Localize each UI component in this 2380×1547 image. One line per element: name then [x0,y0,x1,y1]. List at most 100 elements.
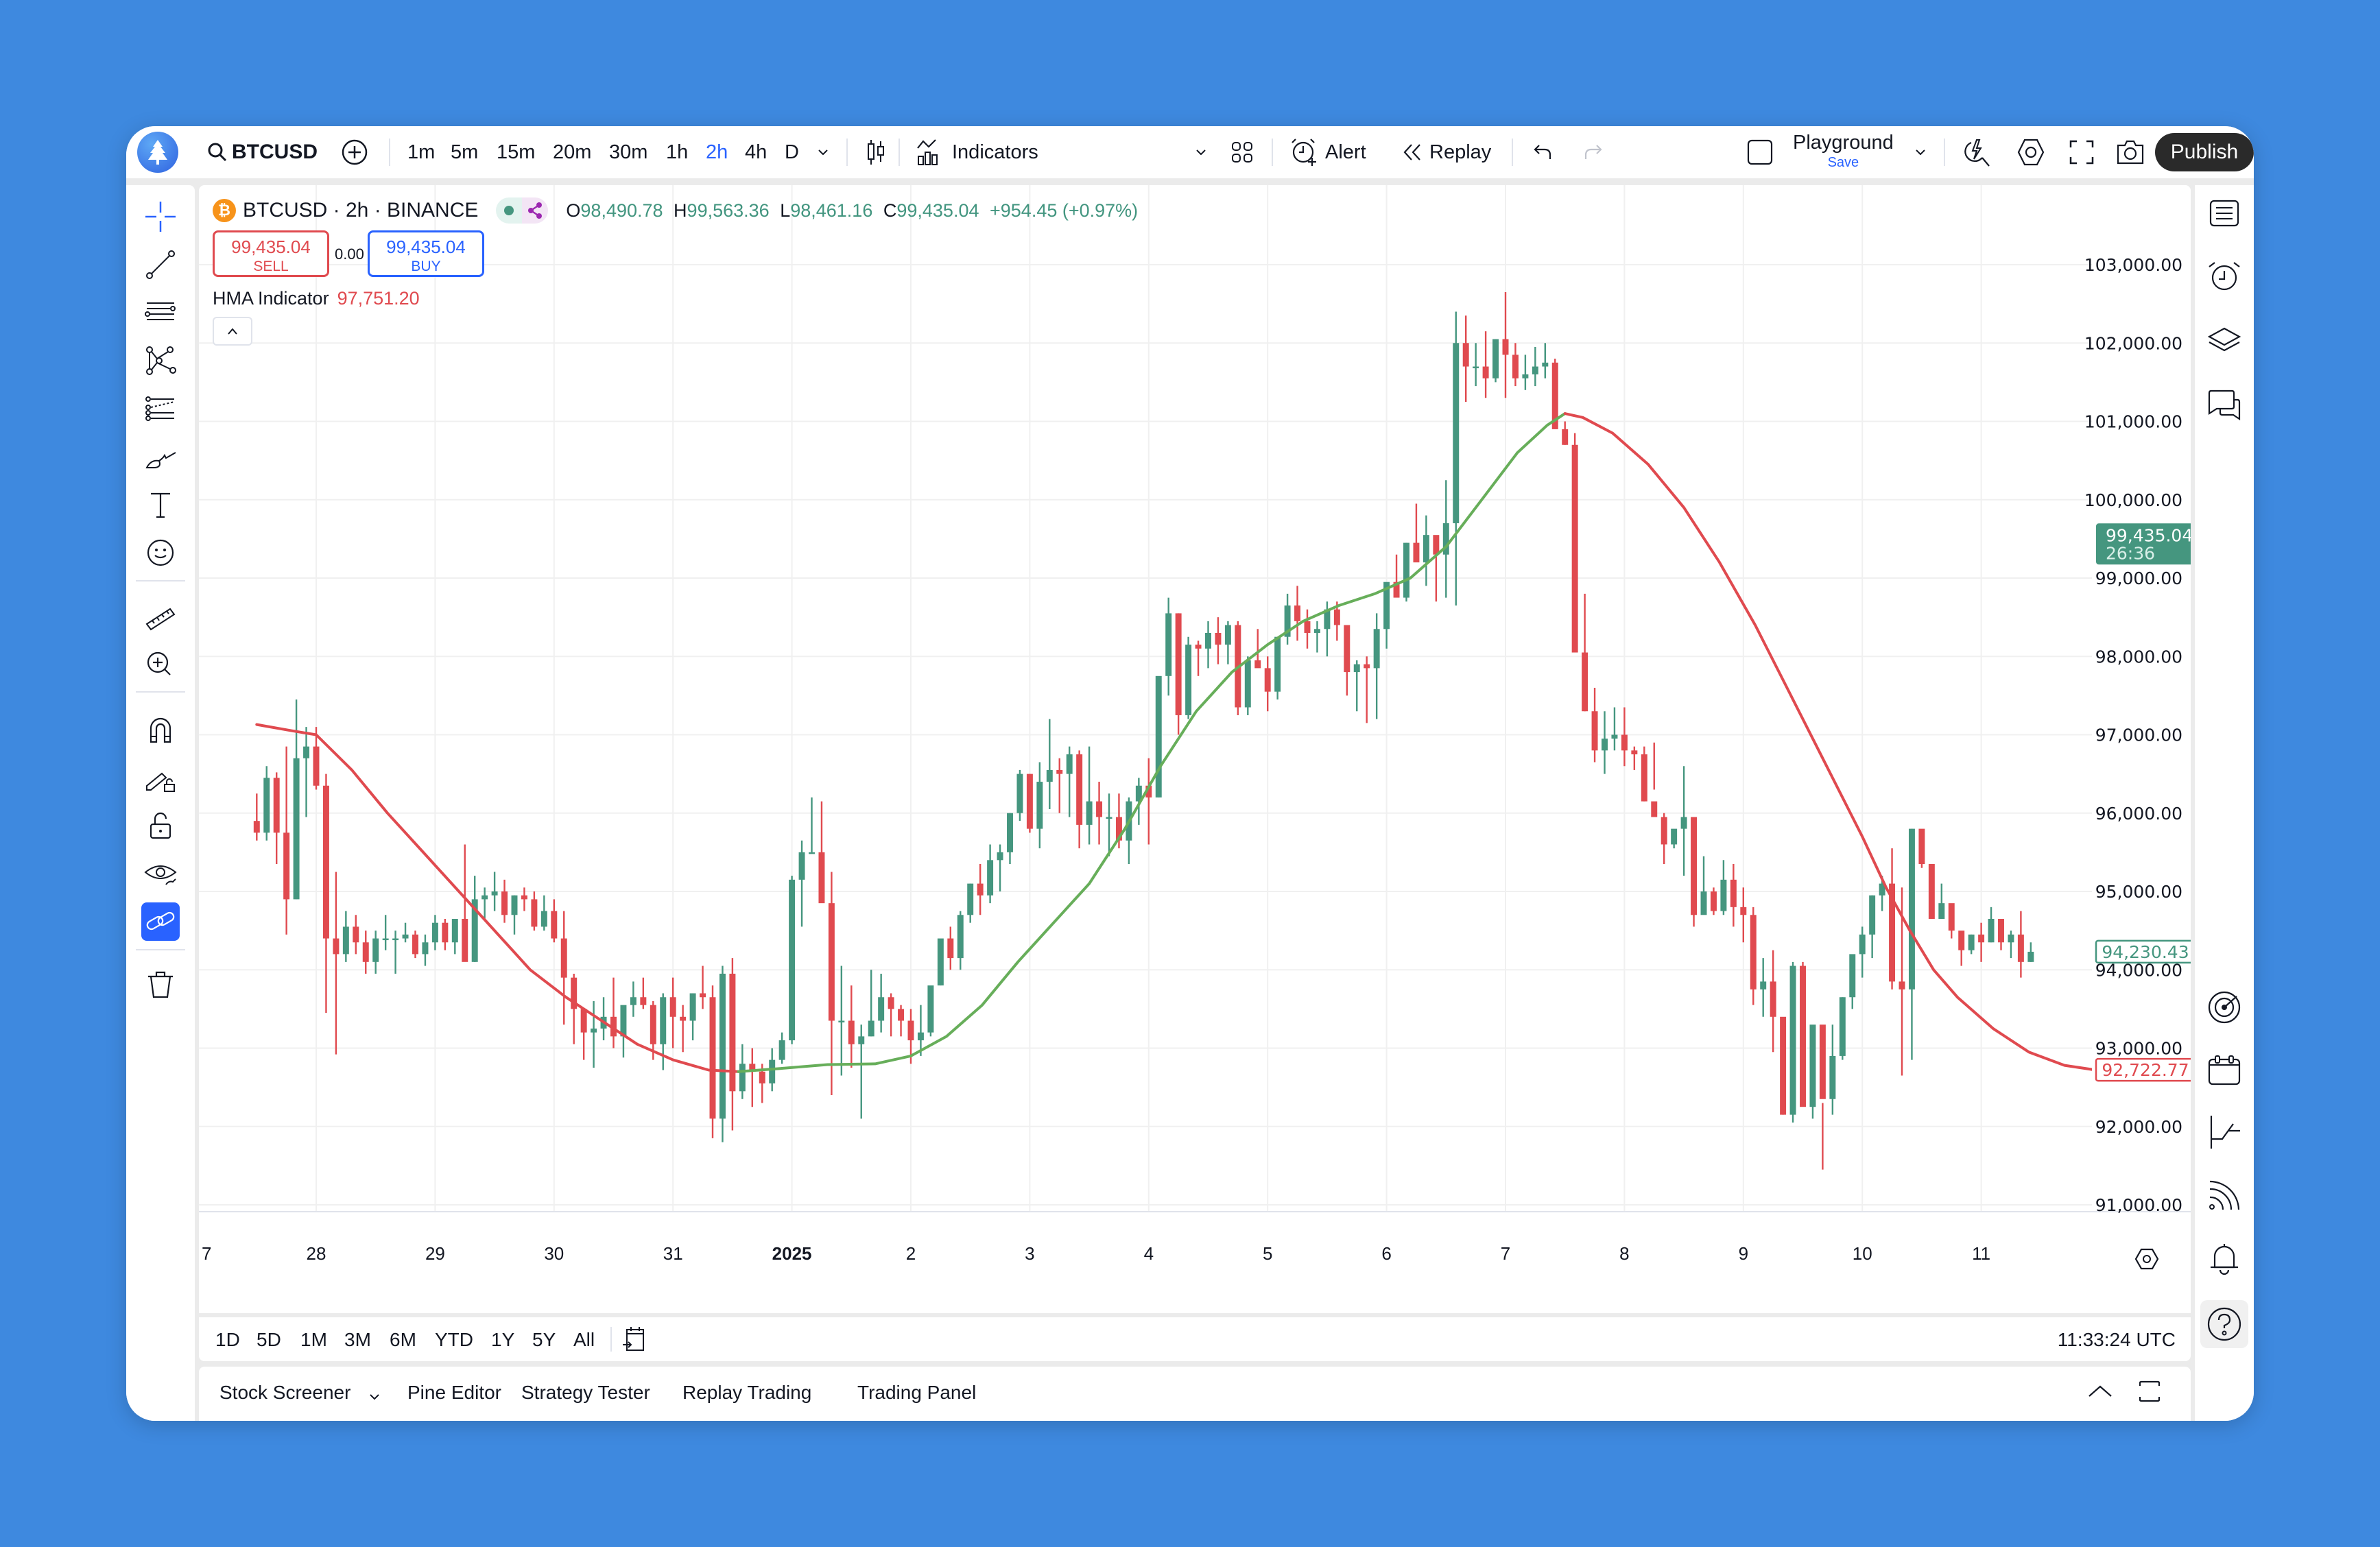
candle-up[interactable] [293,758,300,900]
timeframe-dropdown[interactable] [816,126,830,178]
axis-settings-icon[interactable] [2134,1248,2159,1270]
app-logo-icon[interactable] [137,132,178,173]
fib-tool[interactable] [141,389,180,428]
candle-down[interactable] [253,821,260,833]
lines-tool[interactable] [141,293,180,332]
layout-save-link[interactable]: Save [1793,156,1894,169]
magnet-tool[interactable] [141,710,180,749]
candle-down[interactable] [1819,1024,1826,1099]
candle-up[interactable] [511,895,518,915]
candle-down[interactable] [273,778,280,833]
candle-up[interactable] [957,915,964,959]
candle-down[interactable] [442,922,449,943]
candle-up[interactable] [1968,934,1975,950]
candle-up[interactable] [1809,1024,1816,1107]
candle-up[interactable] [422,942,429,955]
candle-up[interactable] [1671,828,1678,845]
sell-button[interactable]: 99,435.04 SELL [213,230,329,277]
candle-down[interactable] [1254,660,1261,669]
candle-down[interactable] [1215,632,1222,645]
candle-down[interactable] [1998,918,2004,943]
clock-utc[interactable]: 11:33:24 UTC [2058,1329,2176,1351]
range-1M[interactable]: 1M [300,1329,327,1351]
candle-down[interactable] [1344,625,1350,673]
candle-up[interactable] [1849,954,1856,998]
zoom-in-tool[interactable] [141,645,180,683]
chart-pane[interactable]: 103,000.00 102,000.00 101,000.00 100,000.00… [199,185,2191,1313]
candle-up[interactable] [431,922,438,943]
candle-down[interactable] [1333,609,1340,625]
tab-strategy-tester[interactable]: Strategy Tester [521,1382,650,1404]
hide-drawings-tool[interactable] [141,854,180,893]
timeframe-4h[interactable]: 4h [745,126,767,178]
candle-down[interactable] [1571,444,1578,653]
symbol-search-button[interactable]: BTCUSD [207,126,318,178]
snapshot-button[interactable] [2115,126,2145,178]
candle-up[interactable] [1492,339,1499,379]
crosshair-tool[interactable] [141,197,180,236]
candle-up[interactable] [2008,934,2014,943]
candle-up[interactable] [1908,828,1915,990]
candle-down[interactable] [1175,613,1182,715]
candle-up[interactable] [1313,629,1320,633]
candle-down[interactable] [1750,915,1757,990]
candle-down[interactable] [580,1009,587,1033]
candle-down[interactable] [1591,711,1598,751]
brush-tool[interactable] [141,437,180,476]
candle-down[interactable] [1026,774,1033,829]
candle-down[interactable] [1800,966,1806,1107]
candle-down[interactable] [412,934,418,955]
layout-dropdown[interactable] [1914,126,1927,178]
timeframe-2h[interactable]: 2h [706,126,728,178]
candle-down[interactable] [1918,828,1925,865]
candle-down[interactable] [551,911,558,939]
range-All[interactable]: All [573,1329,595,1351]
series-title[interactable]: BTCUSD · 2h · BINANCE [243,199,478,222]
candle-down[interactable] [650,1005,656,1044]
candle-up[interactable] [1869,895,1876,935]
lock-all-tool[interactable] [141,806,180,845]
indicators-dropdown[interactable] [1194,126,1208,178]
undo-button[interactable] [1532,126,1554,178]
candle-down[interactable] [977,883,984,896]
candle-up[interactable] [927,985,934,1033]
candle-up[interactable] [1224,625,1231,645]
candle-down[interactable] [898,1009,905,1021]
compare-symbol-button[interactable] [341,126,368,178]
range-5D[interactable]: 5D [257,1329,281,1351]
candle-up[interactable] [1106,817,1112,819]
candle-down[interactable] [1076,754,1083,825]
candle-down[interactable] [907,1020,914,1041]
collapse-legend-button[interactable] [213,317,252,346]
chats-button[interactable] [2203,384,2246,427]
candle-down[interactable] [353,926,359,943]
screener-button[interactable] [2203,986,2246,1029]
candle-up[interactable] [1185,645,1192,715]
candle-down[interactable] [1730,879,1737,907]
timeframe-5m[interactable]: 5m [451,126,478,178]
candle-up[interactable] [451,918,458,943]
candle-down[interactable] [729,973,736,1092]
candle-up[interactable] [1066,754,1073,774]
candle-down[interactable] [531,899,538,927]
candle-up[interactable] [1859,934,1866,955]
candle-down[interactable] [1631,750,1638,755]
candle-down[interactable] [640,997,647,1005]
layout-select-checkbox[interactable] [1746,126,1774,178]
candle-down[interactable] [283,832,290,900]
fullscreen-button[interactable] [2069,126,2095,178]
candle-down[interactable] [333,938,340,955]
candle-up[interactable] [1403,542,1409,598]
options-button[interactable] [2203,1111,2246,1153]
indicator-legend[interactable]: HMA Indicator 97,751.20 [213,288,420,309]
candle-down[interactable] [1364,664,1370,669]
candle-up[interactable] [342,926,349,955]
candle-down[interactable] [1651,801,1658,817]
tab-replay-trading[interactable]: Replay Trading [682,1382,811,1404]
layouts-button[interactable] [1230,126,1254,178]
candle-up[interactable] [1720,879,1727,911]
candle-up[interactable] [1988,918,1995,943]
candle-down[interactable] [1562,429,1569,445]
candle-down[interactable] [1978,934,1985,943]
candle-up[interactable] [1789,966,1796,1115]
